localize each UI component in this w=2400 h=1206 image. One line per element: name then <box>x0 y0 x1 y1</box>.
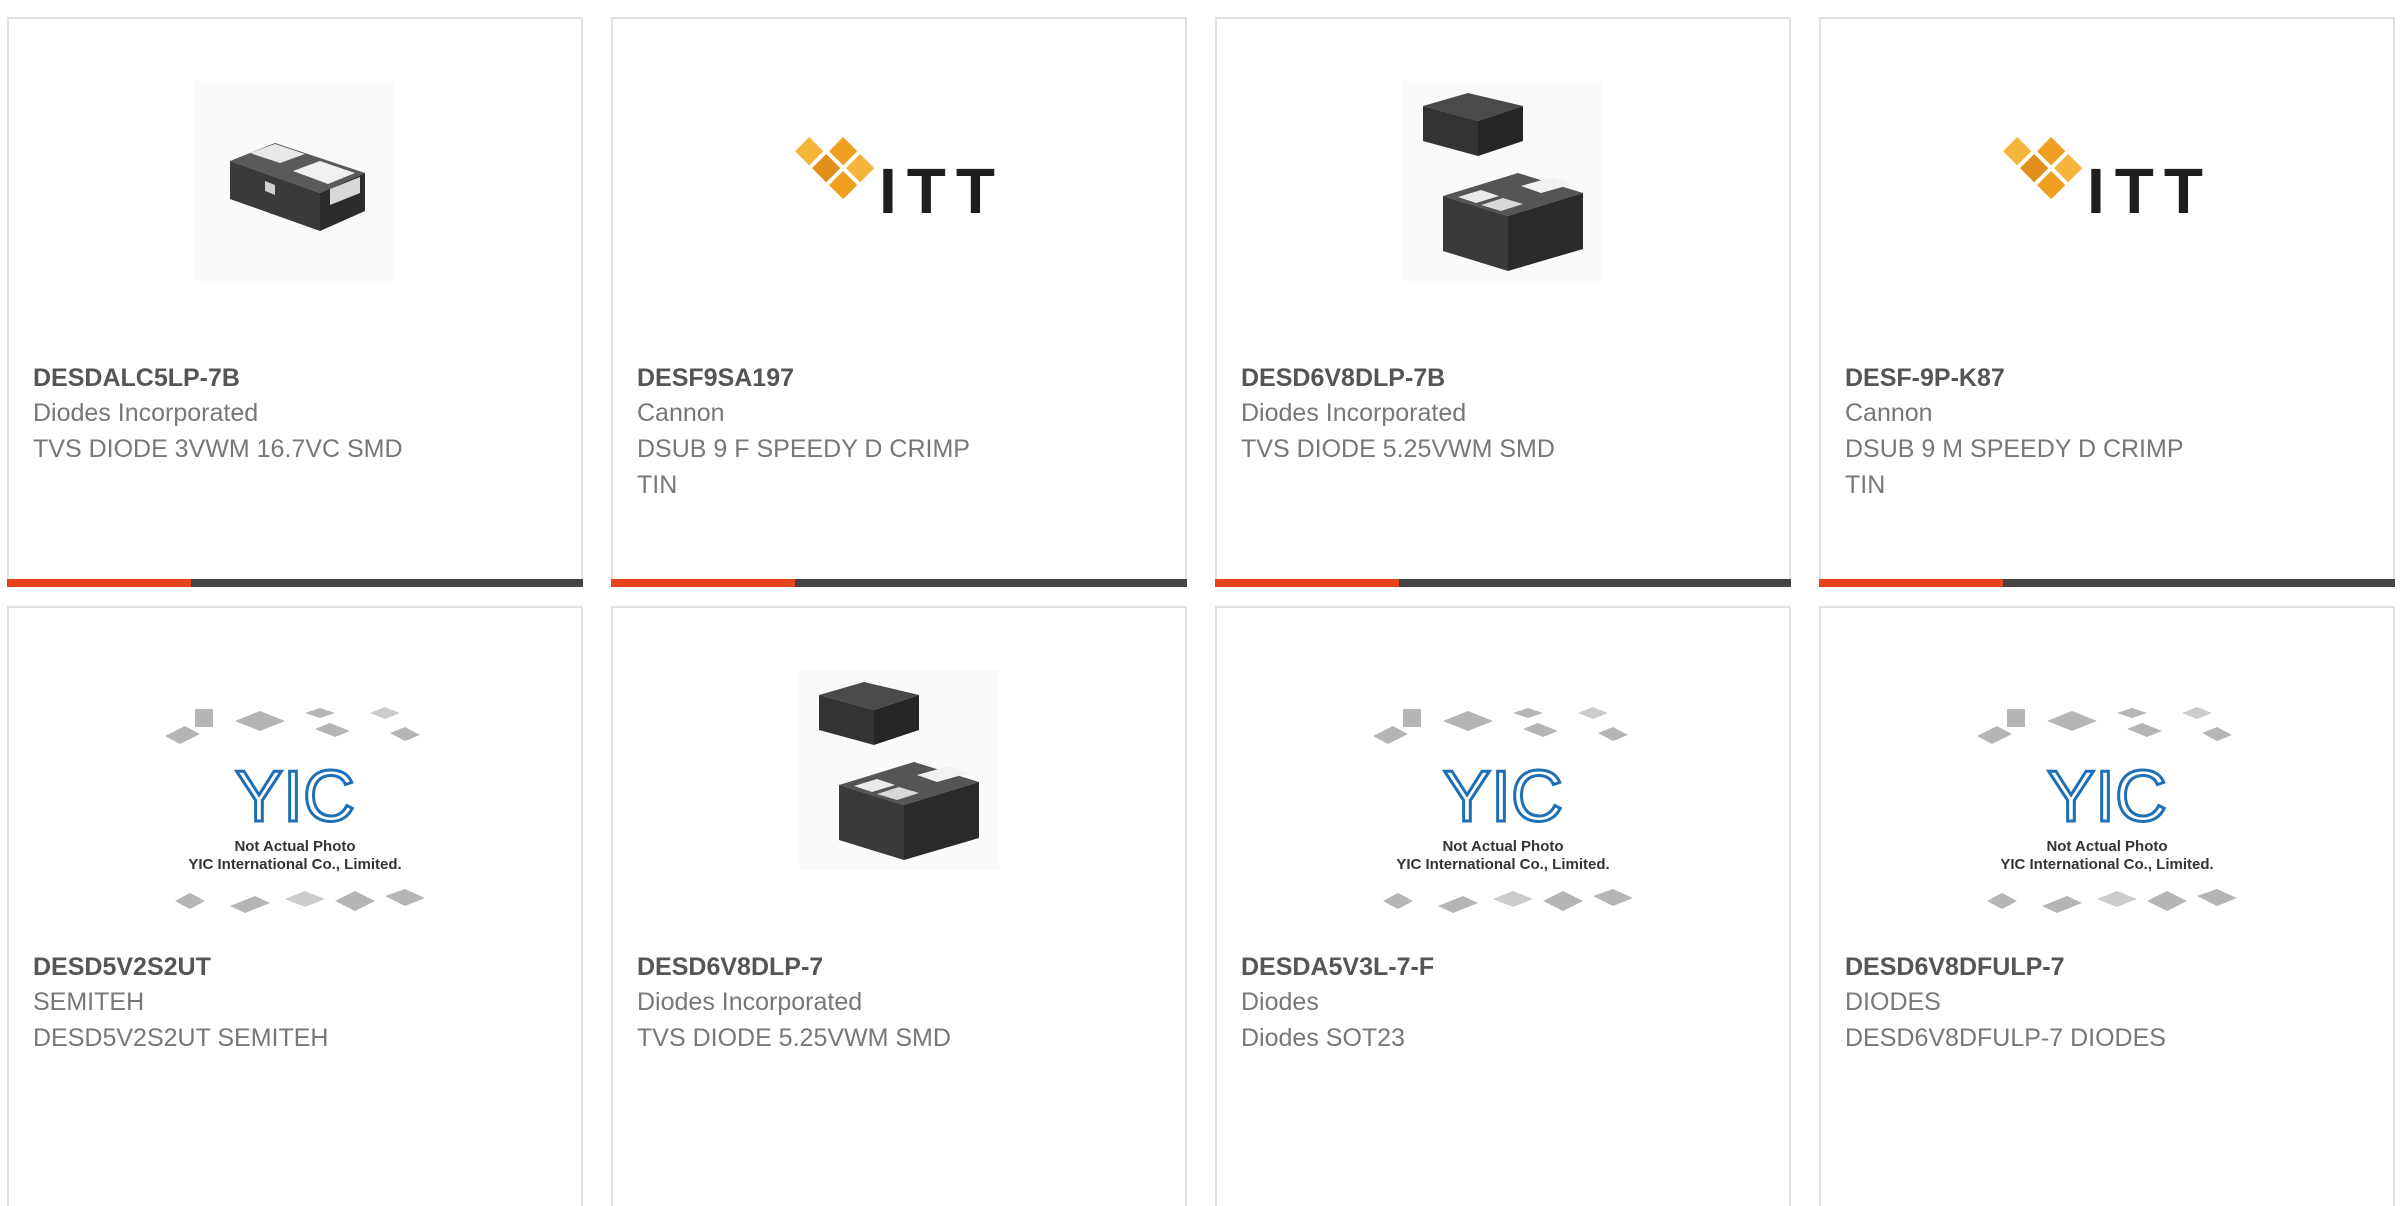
itt-logo: ITT <box>2003 137 2213 227</box>
card-bar-accent <box>1215 579 1399 587</box>
dfn-package-icon <box>799 670 999 870</box>
yic-placeholder-image: YIC Not Actual Photo YIC International C… <box>1373 707 1633 913</box>
manufacturer: Cannon <box>1845 399 1933 427</box>
yic-placeholder-image: YIC Not Actual Photo YIC International C… <box>1977 707 2237 913</box>
svg-text:YIC: YIC <box>1443 757 1563 837</box>
manufacturer: Diodes <box>1241 988 1319 1016</box>
description: TVS DIODE 5.25VWM SMD <box>637 1024 951 1052</box>
product-card[interactable]: YIC Not Actual Photo YIC International C… <box>7 606 583 1206</box>
part-number[interactable]: DESD6V8DLP-7 <box>637 950 1165 984</box>
card-bar-accent <box>611 579 795 587</box>
placeholder-line-1: Not Actual Photo <box>1442 838 1563 855</box>
part-number[interactable]: DESD6V8DFULP-7 <box>1845 950 2373 984</box>
card-bar <box>1819 579 2395 587</box>
itt-logo-text: ITT <box>2087 155 2213 227</box>
svg-text:YIC: YIC <box>2047 757 2167 837</box>
placeholder-line-2: YIC International Co., Limited. <box>1396 856 1609 873</box>
product-card[interactable]: DESD6V8DLP-7B Diodes Incorporated TVS DI… <box>1215 17 1791 587</box>
itt-logo: ITT <box>795 137 1005 227</box>
product-card[interactable]: ITT DESF9SA197 Cannon DSUB 9 F SPEEDY D … <box>611 17 1187 587</box>
placeholder-line-1: Not Actual Photo <box>234 838 355 855</box>
manufacturer: SEMITEH <box>33 988 145 1016</box>
product-image[interactable]: YIC Not Actual Photo YIC International C… <box>9 696 581 946</box>
part-number[interactable]: DESF-9P-K87 <box>1845 361 2373 395</box>
card-bar-accent <box>7 579 191 587</box>
part-number[interactable]: DESDA5V3L-7-F <box>1241 950 1769 984</box>
product-image[interactable] <box>613 670 1185 870</box>
part-number[interactable]: DESDALC5LP-7B <box>33 361 561 395</box>
description: DSUB 9 F SPEEDY D CRIMP TIN <box>637 435 970 499</box>
description: DSUB 9 M SPEEDY D CRIMP TIN <box>1845 435 2184 499</box>
manufacturer: Diodes Incorporated <box>33 399 259 427</box>
part-number[interactable]: DESF9SA197 <box>637 361 1165 395</box>
manufacturer: Diodes Incorporated <box>1241 399 1467 427</box>
part-number[interactable]: DESD5V2S2UT <box>33 950 561 984</box>
product-grid: DESDALC5LP-7B Diodes Incorporated TVS DI… <box>0 0 2400 1206</box>
product-image[interactable] <box>9 81 581 281</box>
card-bar <box>7 579 583 587</box>
product-card[interactable]: DESDALC5LP-7B Diodes Incorporated TVS DI… <box>7 17 583 587</box>
product-card[interactable]: YIC Not Actual Photo YIC International C… <box>1215 606 1791 1206</box>
product-card[interactable]: ITT DESF-9P-K87 Cannon DSUB 9 M SPEEDY D… <box>1819 17 2395 587</box>
product-image[interactable]: ITT <box>613 81 1185 281</box>
description: TVS DIODE 3VWM 16.7VC SMD <box>33 435 403 463</box>
description: DESD6V8DFULP-7 DIODES <box>1845 1024 2166 1052</box>
manufacturer: Cannon <box>637 399 725 427</box>
description: TVS DIODE 5.25VWM SMD <box>1241 435 1555 463</box>
yic-placeholder-image: YIC Not Actual Photo YIC International C… <box>165 707 425 913</box>
product-image[interactable] <box>1217 81 1789 281</box>
itt-logo-text: ITT <box>879 155 1005 227</box>
card-bar <box>611 579 1187 587</box>
product-image[interactable]: YIC Not Actual Photo YIC International C… <box>1217 696 1789 946</box>
part-number[interactable]: DESD6V8DLP-7B <box>1241 361 1769 395</box>
product-image[interactable]: YIC Not Actual Photo YIC International C… <box>1821 696 2393 946</box>
smd-diode-icon <box>195 81 395 281</box>
description: DESD5V2S2UT SEMITEH <box>33 1024 329 1052</box>
product-image[interactable]: ITT <box>1821 81 2393 281</box>
manufacturer: DIODES <box>1845 988 1941 1016</box>
dfn-package-icon <box>1403 81 1603 281</box>
svg-text:YIC: YIC <box>235 757 355 837</box>
placeholder-line-2: YIC International Co., Limited. <box>2000 856 2213 873</box>
description: Diodes SOT23 <box>1241 1024 1405 1052</box>
placeholder-line-1: Not Actual Photo <box>2046 838 2167 855</box>
card-bar <box>1215 579 1791 587</box>
product-card[interactable]: YIC Not Actual Photo YIC International C… <box>1819 606 2395 1206</box>
manufacturer: Diodes Incorporated <box>637 988 863 1016</box>
product-card[interactable]: DESD6V8DLP-7 Diodes Incorporated TVS DIO… <box>611 606 1187 1206</box>
placeholder-line-2: YIC International Co., Limited. <box>188 856 401 873</box>
card-bar-accent <box>1819 579 2003 587</box>
